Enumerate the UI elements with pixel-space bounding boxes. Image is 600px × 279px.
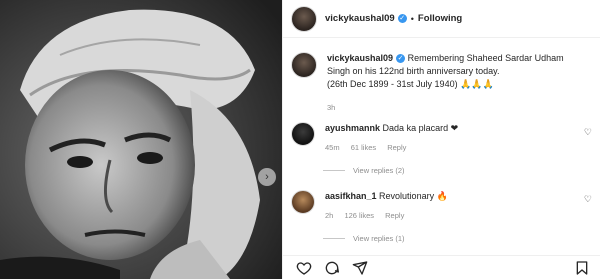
view-replies-label: View replies (2) bbox=[353, 166, 405, 175]
comment-text: Revolutionary 🔥 bbox=[379, 191, 448, 201]
follow-status-button[interactable]: Following bbox=[418, 13, 462, 24]
portrait-image bbox=[0, 0, 282, 279]
view-replies-toggle[interactable]: View replies (2) bbox=[323, 166, 405, 175]
caption-dates: (26th Dec 1899 - 31st July 1940) 🙏🙏🙏 bbox=[327, 79, 494, 89]
commenter-avatar[interactable] bbox=[291, 122, 315, 146]
comment-likes[interactable]: 126 likes bbox=[344, 211, 374, 220]
next-image-button[interactable]: › bbox=[258, 168, 276, 186]
reply-button[interactable]: Reply bbox=[385, 211, 404, 220]
reply-divider-line bbox=[323, 238, 345, 239]
verified-badge-icon: ✓ bbox=[396, 54, 406, 64]
bookmark-icon[interactable] bbox=[573, 259, 591, 277]
comment-like-heart-icon[interactable]: ♡ bbox=[584, 194, 592, 205]
author-username[interactable]: vickykaushal09 bbox=[325, 13, 395, 24]
verified-badge-icon: ✓ bbox=[397, 14, 407, 23]
caption-time: 3h bbox=[327, 103, 336, 112]
post-action-bar bbox=[283, 255, 600, 279]
instagram-post: › vickykaushal09 ✓ • Following vickykaus… bbox=[0, 0, 600, 279]
reply-button[interactable]: Reply bbox=[387, 143, 406, 152]
view-replies-toggle[interactable]: View replies (1) bbox=[323, 234, 405, 243]
comment-item: aasifkhan_1 Revolutionary 🔥 2h 126 likes… bbox=[291, 190, 580, 222]
comment-likes[interactable]: 61 likes bbox=[351, 143, 376, 152]
comment-like-heart-icon[interactable]: ♡ bbox=[584, 127, 592, 138]
heart-icon[interactable] bbox=[295, 259, 313, 277]
separator-dot: • bbox=[410, 13, 414, 24]
commenter-username[interactable]: aasifkhan_1 bbox=[325, 191, 377, 201]
comment-time: 45m bbox=[325, 143, 340, 152]
post-details-panel: vickykaushal09 ✓ • Following vickykausha… bbox=[282, 0, 600, 279]
commenter-avatar[interactable] bbox=[291, 190, 315, 214]
comment-text: Dada ka placard ❤ bbox=[382, 123, 459, 133]
comment-icon[interactable] bbox=[323, 259, 341, 277]
caption-username[interactable]: vickykaushal09 bbox=[327, 53, 393, 63]
post-photo: › bbox=[0, 0, 282, 279]
post-header: vickykaushal09 ✓ • Following bbox=[283, 0, 600, 38]
reply-divider-line bbox=[323, 170, 345, 171]
view-replies-label: View replies (1) bbox=[353, 234, 405, 243]
commenter-username[interactable]: ayushmannk bbox=[325, 123, 380, 133]
author-avatar[interactable] bbox=[291, 5, 317, 32]
share-icon[interactable] bbox=[351, 259, 369, 277]
comment-time: 2h bbox=[325, 211, 334, 220]
caption-author-avatar[interactable] bbox=[291, 52, 317, 78]
caption-entry: vickykaushal09 ✓ Remembering Shaheed Sard… bbox=[291, 52, 582, 114]
comment-item: ayushmannk Dada ka placard ❤ 45m 61 like… bbox=[291, 122, 580, 154]
